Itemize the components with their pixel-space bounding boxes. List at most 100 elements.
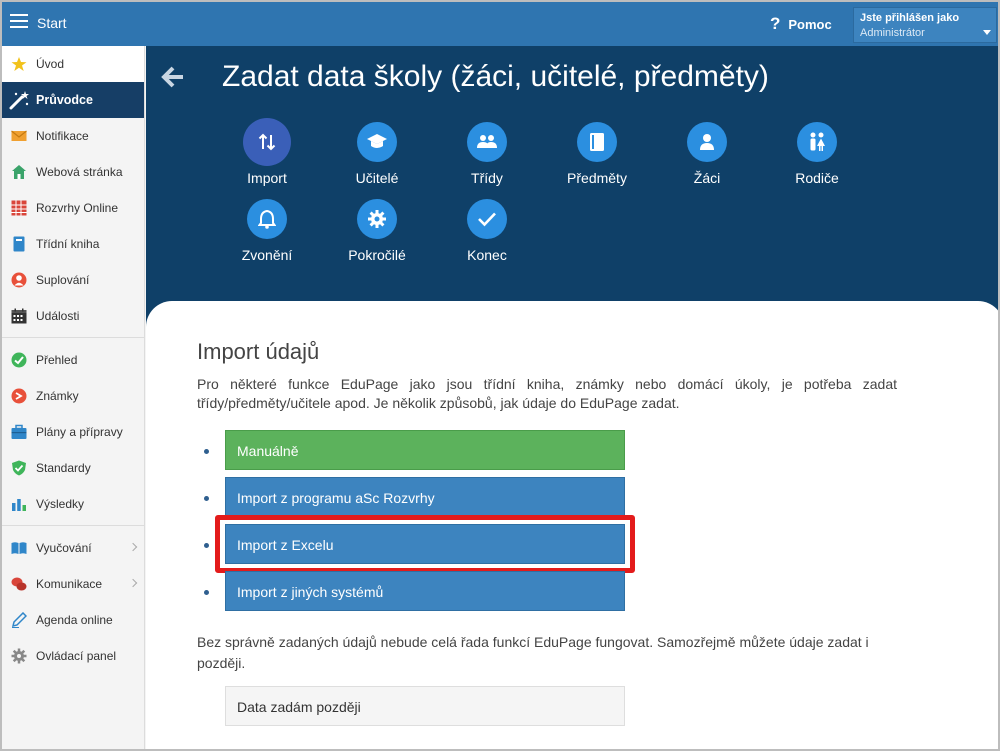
envelope-icon — [11, 130, 27, 141]
step-label: Zvonění — [241, 247, 293, 263]
hamburger-menu-icon[interactable] — [10, 14, 28, 32]
step-konec[interactable]: Konec — [432, 199, 542, 269]
sidebar-item-pruvodce[interactable]: Průvodce — [2, 82, 144, 118]
sidebar-item-vyucovani[interactable]: Vyučování — [2, 530, 144, 566]
sidebar-item-suplovani[interactable]: Suplování — [2, 262, 144, 298]
briefcase-icon — [11, 424, 27, 439]
step-circle — [243, 118, 291, 166]
app-window: Start ? Pomoc Jste přihlášen jako Adminis… — [0, 0, 1000, 751]
gear-icon — [368, 210, 386, 228]
sidebar-item-prehled[interactable]: Přehled — [2, 342, 144, 378]
people-icon — [477, 135, 497, 148]
page-title: Zadat data školy (žáci, učitelé, předmět… — [222, 60, 769, 93]
pen-icon — [11, 612, 27, 628]
step-label: Třídy — [471, 170, 503, 186]
step-predmety[interactable]: Předměty — [542, 122, 652, 192]
magic-wand-icon — [9, 91, 29, 110]
card-title: Import údajů — [197, 339, 320, 364]
import-other-button[interactable]: Import z jiných systémů — [225, 571, 625, 611]
list-bullet — [204, 496, 209, 501]
sidebar-item-label: Notifikace — [36, 129, 89, 143]
step-tridy[interactable]: Třídy — [432, 122, 542, 192]
open-book-icon — [11, 542, 27, 554]
sidebar-item-webova-stranka[interactable]: Webová stránka — [2, 154, 144, 190]
list-bullet — [204, 590, 209, 595]
book-icon — [13, 236, 25, 252]
user-label: Jste přihlášen jako — [860, 12, 960, 24]
step-label: Učitelé — [355, 170, 399, 186]
note-text: Bez správně zadaných údajů nebude celá ř… — [197, 634, 869, 671]
step-circle — [357, 199, 397, 239]
sidebar-item-standardy[interactable]: Standardy — [2, 450, 144, 486]
step-ucitele[interactable]: Učitelé — [322, 122, 432, 192]
list-bullet — [204, 543, 209, 548]
step-rodice[interactable]: Rodiče — [762, 122, 872, 192]
step-label: Konec — [467, 247, 507, 263]
sidebar-item-label: Vyučování — [36, 541, 92, 555]
help-label: Pomoc — [788, 17, 832, 32]
step-zaci[interactable]: Žáci — [652, 122, 762, 192]
timetable-icon — [11, 200, 27, 216]
intro-text: Pro některé funkce EduPage jako jsou tří… — [197, 376, 897, 411]
back-arrow-icon[interactable] — [160, 64, 186, 90]
option-label: Manuálně — [237, 443, 299, 459]
sidebar-item-label: Standardy — [36, 461, 91, 475]
sidebar-item-udalosti[interactable]: Události — [2, 298, 144, 334]
step-pokrocile[interactable]: Pokročilé — [322, 199, 432, 269]
app-title[interactable]: Start — [37, 15, 67, 31]
shield-check-icon — [12, 460, 26, 476]
step-circle — [577, 122, 617, 162]
import-card: Import údajů Pro některé funkce EduPage … — [146, 301, 998, 749]
import-asc-button[interactable]: Import z programu aSc Rozvrhy — [225, 477, 625, 517]
sidebar-item-vysledky[interactable]: Výsledky — [2, 486, 144, 522]
chat-bubbles-icon — [11, 577, 27, 591]
step-circle — [687, 122, 727, 162]
sidebar-item-label: Rozvrhy Online — [36, 201, 119, 215]
import-excel-button[interactable]: Import z Excelu — [225, 524, 625, 564]
step-import[interactable]: Import — [212, 118, 322, 192]
manual-button[interactable]: Manuálně — [225, 430, 625, 470]
sidebar-item-label: Události — [36, 309, 80, 323]
sidebar-item-label: Webová stránka — [36, 165, 123, 179]
parents-icon — [810, 132, 825, 151]
sidebar-item-label: Úvod — [36, 57, 65, 71]
sidebar-item-label: Komunikace — [36, 577, 103, 591]
question-icon: ? — [770, 14, 781, 33]
step-label: Žáci — [693, 170, 721, 186]
sidebar-item-plany-a-pripravy[interactable]: Plány a přípravy — [2, 414, 144, 450]
step-circle — [467, 199, 507, 239]
option-label: Import z programu aSc Rozvrhy — [237, 490, 435, 506]
calendar-icon — [11, 308, 27, 324]
sidebar-item-uvod[interactable]: Úvod — [2, 46, 144, 82]
main-panel: Zadat data školy (žáci, učitelé, předmět… — [146, 46, 998, 749]
step-zvoneni[interactable]: Zvonění — [212, 199, 322, 269]
sidebar-item-label: Výsledky — [36, 497, 85, 511]
sidebar-item-ovladaci-panel[interactable]: Ovládací panel — [2, 638, 144, 674]
sidebar-item-notifikace[interactable]: Notifikace — [2, 118, 144, 154]
sidebar: Úvod Průvodce Notifikace Webová stránka … — [2, 46, 145, 749]
sidebar-item-znamky[interactable]: Známky — [2, 378, 144, 414]
grades-icon — [11, 388, 27, 404]
sidebar-item-tridni-kniha[interactable]: Třídní kniha — [2, 226, 144, 262]
check-circle-icon — [11, 352, 27, 368]
step-circle — [467, 122, 507, 162]
sidebar-item-label: Známky — [36, 389, 79, 403]
sidebar-item-komunikace[interactable]: Komunikace — [2, 566, 144, 602]
sidebar-item-rozvrhy-online[interactable]: Rozvrhy Online — [2, 190, 144, 226]
help-button[interactable]: ? Pomoc — [770, 14, 832, 34]
step-label: Rodiče — [795, 170, 839, 186]
sidebar-item-label: Třídní kniha — [36, 237, 100, 251]
substitution-icon — [11, 272, 27, 288]
sidebar-item-agenda-online[interactable]: Agenda online — [2, 602, 144, 638]
sidebar-item-label: Průvodce — [36, 93, 93, 107]
sidebar-item-label: Plány a přípravy — [36, 425, 123, 439]
user-role: Administrátor — [860, 27, 925, 39]
house-icon — [12, 165, 26, 179]
chevron-right-icon — [128, 542, 138, 552]
list-bullet — [204, 449, 209, 454]
person-icon — [700, 134, 714, 150]
sidebar-item-label: Přehled — [36, 353, 78, 367]
later-button[interactable]: Data zadám později — [225, 686, 625, 726]
user-menu[interactable]: Jste přihlášen jako Administrátor — [853, 7, 997, 43]
step-label: Předměty — [567, 170, 627, 186]
